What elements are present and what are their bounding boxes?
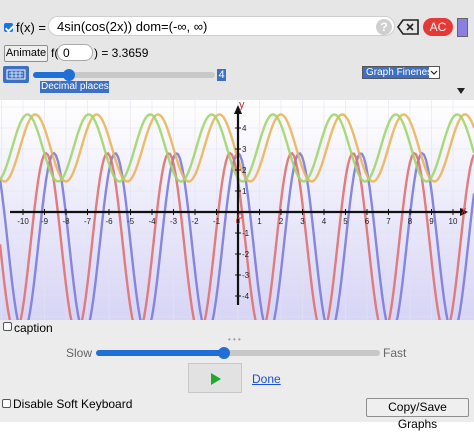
disable-soft-keyboard-label: Disable Soft Keyboard: [13, 397, 133, 411]
x-tick-label: -6: [105, 217, 113, 226]
drag-handle-icon[interactable]: • • •: [228, 335, 241, 344]
x-axis-label: x: [461, 205, 467, 217]
x-tick-label: -9: [41, 217, 49, 226]
expression-input[interactable]: 4sin(cos(2x)) dom=(-∞, ∞): [48, 16, 395, 36]
eval-x-input[interactable]: 0: [57, 44, 93, 61]
triangle-down-icon: [457, 88, 465, 94]
x-tick-label: -1: [213, 217, 221, 226]
graph-plot: -10 -9 -8 -7 -6 -5 -4 -3 -2 -1 0 1 2 3 4 5 6 7 8 9 104321-1-…: [0, 99, 474, 336]
y-tick-label: -2: [242, 250, 250, 259]
x-tick-label: 5: [343, 217, 348, 226]
collapse-panel-button[interactable]: [453, 84, 469, 98]
y-tick-label: 3: [242, 145, 247, 154]
backspace-icon: [397, 19, 419, 35]
x-tick-label: 6: [365, 217, 370, 226]
decimal-places-slider[interactable]: [33, 69, 215, 81]
y-axis-label: y: [239, 100, 245, 111]
keyboard-button[interactable]: [3, 66, 29, 83]
y-tick-label: -4: [242, 292, 250, 301]
decimal-places-label: Decimal places: [40, 81, 109, 93]
eval-result-text: ) = 3.3659: [94, 46, 149, 60]
x-tick-label: -2: [191, 217, 199, 226]
y-tick-label: -3: [242, 271, 250, 280]
x-tick-label: -7: [84, 217, 92, 226]
x-tick-label: 1: [257, 217, 262, 226]
animate-button[interactable]: Animate: [4, 45, 48, 62]
speed-slider-knob[interactable]: [218, 347, 230, 359]
eval-result: ) = 3.3659: [94, 46, 148, 60]
y-tick-label: 1: [242, 187, 247, 196]
x-tick-label: -3: [170, 217, 178, 226]
speed-slider-fill: [96, 350, 224, 356]
y-tick-label: -1: [242, 229, 250, 238]
function-color-swatch[interactable]: [457, 18, 468, 37]
y-tick-label: 4: [242, 124, 247, 133]
x-tick-label: 7: [386, 217, 391, 226]
speed-slider[interactable]: [96, 347, 380, 359]
x-tick-label: -10: [17, 217, 29, 226]
play-icon: [211, 373, 221, 385]
caption-checkbox[interactable]: [3, 322, 12, 331]
x-tick-label: -8: [62, 217, 70, 226]
x-tick-label: 9: [429, 217, 434, 226]
keyboard-icon: [6, 69, 26, 80]
fast-label: Fast: [383, 346, 407, 360]
function-visible-checkbox[interactable]: [4, 23, 13, 32]
disable-soft-keyboard-checkbox[interactable]: [2, 399, 11, 408]
help-button[interactable]: ?: [376, 19, 392, 35]
decimal-value: 4: [217, 69, 226, 81]
x-tick-label: -5: [127, 217, 135, 226]
y-tick-label: 2: [242, 166, 247, 175]
chevron-down-icon: [429, 67, 439, 78]
fx-label: f(x) =: [16, 20, 46, 35]
x-tick-label: -4: [148, 217, 156, 226]
slow-label: Slow: [66, 346, 93, 360]
x-tick-label: 2: [279, 217, 284, 226]
play-button[interactable]: [188, 363, 242, 393]
graph-canvas[interactable]: -10 -9 -8 -7 -6 -5 -4 -3 -2 -1 0 1 2 3 4 5 6 7 8 9 10 4 3 2 1 -1-…: [0, 99, 474, 336]
x-tick-label: 3: [300, 217, 305, 226]
x-tick-label: 10: [449, 217, 458, 226]
graph-fineness-select[interactable]: Graph Fineness: [362, 66, 440, 79]
x-tick-label: 4: [322, 217, 327, 226]
backspace-button[interactable]: [397, 19, 419, 35]
graph-fineness-label: Graph Fineness: [366, 67, 438, 78]
done-link[interactable]: Done: [252, 372, 281, 386]
clear-all-button[interactable]: AC: [423, 18, 453, 36]
x-tick-label: 8: [408, 217, 413, 226]
caption-label: caption: [14, 321, 53, 335]
decimal-slider-knob[interactable]: [63, 69, 75, 81]
copy-save-graphs-button[interactable]: Copy/Save Graphs: [366, 398, 469, 431]
